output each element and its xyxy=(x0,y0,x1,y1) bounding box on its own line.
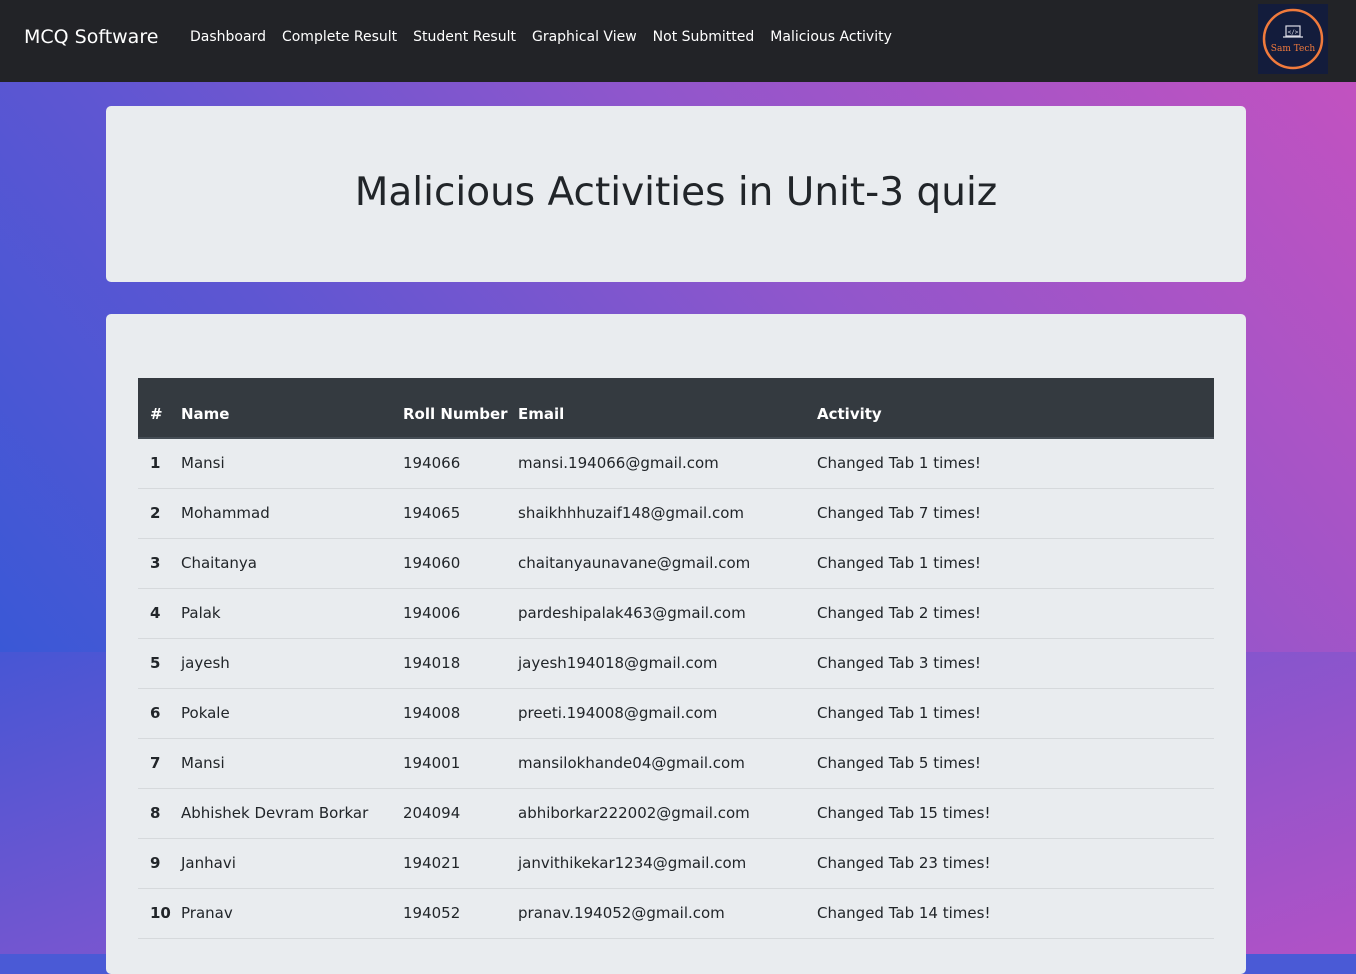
sam-tech-logo[interactable]: </> Sam Tech xyxy=(1258,4,1328,74)
nav-link-not-submitted[interactable]: Not Submitted xyxy=(645,29,763,45)
row-index: 4 xyxy=(138,588,181,639)
laptop-code-icon: </> Sam Tech xyxy=(1262,8,1324,70)
roll-number: 194018 xyxy=(403,638,518,689)
nav-links: Dashboard Complete Result Student Result… xyxy=(182,29,900,45)
page-title: Malicious Activities in Unit-3 quiz xyxy=(354,170,998,215)
table-header-row: # Name Roll Number Email Activity xyxy=(138,378,1214,439)
row-index: 6 xyxy=(138,688,181,739)
student-name: Abhishek Devram Borkar xyxy=(181,788,403,839)
table-row: 10 Pranav 194052 pranav.194052@gmail.com… xyxy=(138,888,1214,939)
student-name: jayesh xyxy=(181,638,403,689)
email: chaitanyaunavane@gmail.com xyxy=(518,538,817,589)
top-navbar: MCQ Software Dashboard Complete Result S… xyxy=(0,0,1356,82)
roll-number: 194066 xyxy=(403,438,518,489)
email: pranav.194052@gmail.com xyxy=(518,888,817,939)
column-header-name: Name xyxy=(181,378,403,439)
activity: Changed Tab 15 times! xyxy=(817,788,1214,839)
roll-number: 194060 xyxy=(403,538,518,589)
title-card: Malicious Activities in Unit-3 quiz xyxy=(106,106,1246,282)
brand-link[interactable]: MCQ Software xyxy=(24,26,158,48)
activity: Changed Tab 23 times! xyxy=(817,838,1214,889)
roll-number: 194052 xyxy=(403,888,518,939)
row-index: 10 xyxy=(138,888,181,939)
student-name: Mansi xyxy=(181,438,403,489)
activity: Changed Tab 1 times! xyxy=(817,538,1214,589)
row-index: 7 xyxy=(138,738,181,789)
table-row: 9 Janhavi 194021 janvithikekar1234@gmail… xyxy=(138,838,1214,889)
activity: Changed Tab 1 times! xyxy=(817,688,1214,739)
email: janvithikekar1234@gmail.com xyxy=(518,838,817,889)
activity: Changed Tab 1 times! xyxy=(817,438,1214,489)
table-row: 4 Palak 194006 pardeshipalak463@gmail.co… xyxy=(138,588,1214,639)
column-header-activity: Activity xyxy=(817,378,1214,439)
email: preeti.194008@gmail.com xyxy=(518,688,817,739)
svg-text:</>: </> xyxy=(1288,29,1299,36)
activity: Changed Tab 5 times! xyxy=(817,738,1214,789)
roll-number: 194001 xyxy=(403,738,518,789)
table-row: 2 Mohammad 194065 shaikhhhuzaif148@gmail… xyxy=(138,488,1214,539)
row-index: 3 xyxy=(138,538,181,589)
row-index: 1 xyxy=(138,438,181,489)
student-name: Mohammad xyxy=(181,488,403,539)
roll-number: 194006 xyxy=(403,588,518,639)
nav-link-malicious-activity[interactable]: Malicious Activity xyxy=(762,29,900,45)
malicious-activity-table: # Name Roll Number Email Activity 1 Mans… xyxy=(138,378,1214,939)
table-card: # Name Roll Number Email Activity 1 Mans… xyxy=(106,314,1246,974)
email: pardeshipalak463@gmail.com xyxy=(518,588,817,639)
activity: Changed Tab 14 times! xyxy=(817,888,1214,939)
table-row: 3 Chaitanya 194060 chaitanyaunavane@gmai… xyxy=(138,538,1214,589)
student-name: Palak xyxy=(181,588,403,639)
row-index: 2 xyxy=(138,488,181,539)
column-header-email: Email xyxy=(518,378,817,439)
row-index: 5 xyxy=(138,638,181,689)
email: abhiborkar222002@gmail.com xyxy=(518,788,817,839)
roll-number: 194008 xyxy=(403,688,518,739)
table-row: 6 Pokale 194008 preeti.194008@gmail.com … xyxy=(138,688,1214,739)
roll-number: 204094 xyxy=(403,788,518,839)
roll-number: 194065 xyxy=(403,488,518,539)
row-index: 8 xyxy=(138,788,181,839)
student-name: Janhavi xyxy=(181,838,403,889)
student-name: Chaitanya xyxy=(181,538,403,589)
nav-link-dashboard[interactable]: Dashboard xyxy=(182,29,274,45)
student-name: Pokale xyxy=(181,688,403,739)
email: mansilokhande04@gmail.com xyxy=(518,738,817,789)
table-body: 1 Mansi 194066 mansi.194066@gmail.com Ch… xyxy=(138,438,1214,939)
column-header-index: # xyxy=(138,378,181,439)
activity: Changed Tab 3 times! xyxy=(817,638,1214,689)
column-header-roll-number: Roll Number xyxy=(403,378,518,439)
activity: Changed Tab 2 times! xyxy=(817,588,1214,639)
nav-link-complete-result[interactable]: Complete Result xyxy=(274,29,405,45)
row-index: 9 xyxy=(138,838,181,889)
student-name: Mansi xyxy=(181,738,403,789)
table-row: 8 Abhishek Devram Borkar 204094 abhibork… xyxy=(138,788,1214,839)
table-row: 5 jayesh 194018 jayesh194018@gmail.com C… xyxy=(138,638,1214,689)
student-name: Pranav xyxy=(181,888,403,939)
email: jayesh194018@gmail.com xyxy=(518,638,817,689)
nav-link-student-result[interactable]: Student Result xyxy=(405,29,524,45)
roll-number: 194021 xyxy=(403,838,518,889)
email: mansi.194066@gmail.com xyxy=(518,438,817,489)
table-row: 7 Mansi 194001 mansilokhande04@gmail.com… xyxy=(138,738,1214,789)
table-row: 1 Mansi 194066 mansi.194066@gmail.com Ch… xyxy=(138,438,1214,489)
activity: Changed Tab 7 times! xyxy=(817,488,1214,539)
email: shaikhhhuzaif148@gmail.com xyxy=(518,488,817,539)
nav-link-graphical-view[interactable]: Graphical View xyxy=(524,29,645,45)
logo-text: Sam Tech xyxy=(1271,44,1316,54)
